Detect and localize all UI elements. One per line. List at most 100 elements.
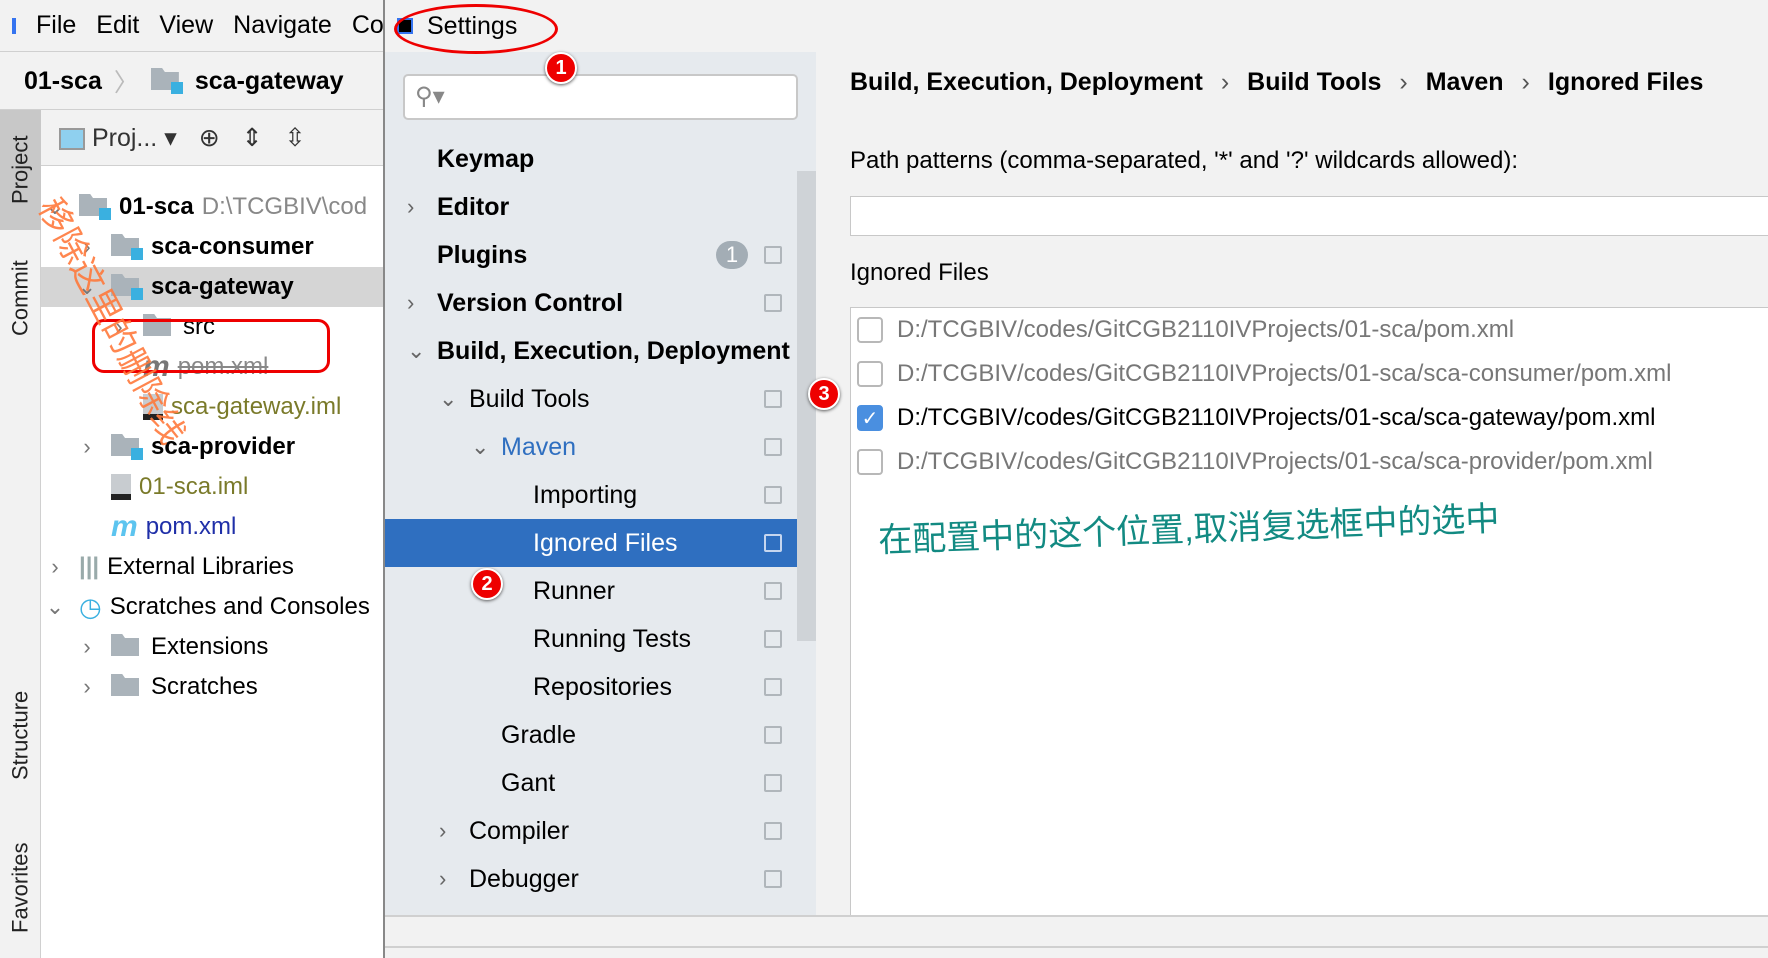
- tree-item-label: sca-gateway: [151, 273, 294, 300]
- chevron-right-icon[interactable]: ›: [45, 554, 65, 580]
- breadcrumb-item[interactable]: Build, Execution, Deployment: [850, 68, 1203, 97]
- chevron-down-icon[interactable]: ⌄: [439, 386, 457, 412]
- menu-view[interactable]: View: [159, 11, 213, 40]
- nav-item[interactable]: › Debugger: [385, 855, 816, 903]
- nav-item[interactable]: Gradle: [385, 711, 816, 759]
- tree-item-label: sca-consumer: [151, 233, 314, 260]
- nav-item[interactable]: Gant: [385, 759, 816, 807]
- nav-item-label: Repositories: [533, 672, 672, 701]
- chevron-right-icon[interactable]: ›: [77, 434, 97, 460]
- checkbox[interactable]: [857, 317, 883, 343]
- nav-item[interactable]: ⌄ Build Tools: [385, 375, 816, 423]
- checkbox[interactable]: [857, 361, 883, 387]
- ignored-file-path: D:/TCGBIV/codes/GitCGB2110IVProjects/01-…: [897, 448, 1653, 475]
- ignored-files-list: D:/TCGBIV/codes/GitCGB2110IVProjects/01-…: [850, 307, 1768, 916]
- project-level-icon: [764, 582, 782, 600]
- tree-item[interactable]: m pom.xml: [41, 507, 383, 547]
- ignored-file-path: D:/TCGBIV/codes/GitCGB2110IVProjects/01-…: [897, 316, 1515, 343]
- nav-item-label: Version Control: [437, 288, 624, 317]
- nav-item[interactable]: ⌄ Maven: [385, 423, 816, 471]
- menu-edit[interactable]: Edit: [96, 11, 139, 40]
- chevron-right-icon[interactable]: ›: [407, 194, 414, 220]
- chevron-right-icon[interactable]: ›: [77, 634, 97, 660]
- nav-item[interactable]: Importing: [385, 471, 816, 519]
- chevron-right-icon[interactable]: ›: [439, 818, 446, 844]
- stripe-tab-label: Favorites: [7, 842, 33, 933]
- nav-item[interactable]: Running Tests: [385, 615, 816, 663]
- tree-item-label: sca-gateway.iml: [171, 393, 342, 420]
- collapse-all-icon[interactable]: ⇳: [285, 123, 306, 153]
- project-level-icon: [764, 774, 782, 792]
- nav-item[interactable]: ⌄ Build, Execution, Deployment: [385, 327, 816, 375]
- nav-item-label: Build, Execution, Deployment: [437, 336, 790, 365]
- tree-item[interactable]: › ||| External Libraries: [41, 547, 383, 587]
- tree-item-label: Scratches: [151, 673, 258, 700]
- chevron-down-icon[interactable]: ⌄: [471, 434, 489, 460]
- chevron-right-icon[interactable]: ›: [439, 866, 446, 892]
- nav-item-label: Editor: [437, 192, 510, 221]
- tree-item[interactable]: › sca-provider: [41, 427, 383, 467]
- nav-item[interactable]: › Editor: [385, 183, 816, 231]
- nav-item[interactable]: Runner: [385, 567, 816, 615]
- nav-item[interactable]: Repositories: [385, 663, 816, 711]
- folder-icon: [111, 634, 143, 660]
- ignored-file-row[interactable]: D:/TCGBIV/codes/GitCGB2110IVProjects/01-…: [857, 354, 1671, 394]
- tree-item[interactable]: ⌄ ◷ Scratches and Consoles: [41, 587, 383, 627]
- breadcrumb-module[interactable]: sca-gateway: [195, 67, 344, 96]
- chevron-down-icon[interactable]: ⌄: [407, 338, 425, 364]
- nav-item[interactable]: › Version Control: [385, 279, 816, 327]
- expand-all-icon[interactable]: ⇕: [242, 123, 263, 153]
- iml-file-icon: [111, 474, 131, 500]
- project-level-icon: [764, 390, 782, 408]
- ignored-file-row[interactable]: ✓ D:/TCGBIV/codes/GitCGB2110IVProjects/01…: [857, 398, 1656, 438]
- stripe-tab-structure[interactable]: Structure: [0, 660, 41, 810]
- tree-item-label: Extensions: [151, 633, 269, 660]
- nav-item-label: Plugins: [437, 240, 528, 269]
- intellij-logo-icon: [12, 17, 16, 34]
- library-icon: |||: [79, 553, 100, 580]
- annotation-ellipse: [394, 4, 558, 54]
- chevron-down-icon[interactable]: ⌄: [45, 594, 65, 620]
- locate-icon[interactable]: ⊕: [199, 123, 220, 153]
- tool-window-stripe: Project Commit Structure Favorites: [0, 110, 41, 958]
- project-view-icon: [59, 127, 85, 150]
- update-badge: 1: [716, 241, 748, 269]
- nav-item-label: Importing: [533, 480, 638, 509]
- menu-bar: File Edit View Navigate Co: [0, 0, 383, 52]
- stripe-tab-commit[interactable]: Commit: [0, 238, 41, 358]
- ignored-file-row[interactable]: D:/TCGBIV/codes/GitCGB2110IVProjects/01-…: [857, 310, 1514, 350]
- menu-navigate[interactable]: Navigate: [233, 11, 332, 40]
- nav-item[interactable]: › Compiler: [385, 807, 816, 855]
- nav-item[interactable]: Ignored Files: [385, 519, 816, 567]
- breadcrumb-project[interactable]: 01-sca: [24, 67, 102, 96]
- breadcrumb-item[interactable]: Maven: [1426, 68, 1504, 97]
- checkbox[interactable]: [857, 449, 883, 475]
- tree-item[interactable]: › Extensions: [41, 627, 383, 667]
- project-view-dropdown[interactable]: Proj... ▾: [59, 123, 177, 153]
- step-marker-2: 2: [471, 568, 503, 600]
- settings-search-input[interactable]: ⚲▾: [403, 74, 798, 120]
- nav-item[interactable]: Plugins 1: [385, 231, 816, 279]
- path-patterns-input[interactable]: [850, 196, 1768, 236]
- checkbox[interactable]: ✓: [857, 405, 883, 431]
- tree-item[interactable]: ⌄ 01-sca D:\TCGBIV\cod: [41, 187, 383, 227]
- nav-item-label: Keymap: [437, 144, 535, 173]
- stripe-tab-favorites[interactable]: Favorites: [0, 820, 41, 955]
- menu-code[interactable]: Co: [352, 11, 383, 40]
- nav-item[interactable]: Keymap: [385, 135, 816, 183]
- tree-item[interactable]: › Scratches: [41, 667, 383, 707]
- breadcrumb-item[interactable]: Build Tools: [1247, 68, 1381, 97]
- menu-file[interactable]: File: [36, 11, 76, 40]
- tree-item[interactable]: sca-gateway.iml: [41, 387, 383, 427]
- settings-dialog: Settings ⚲▾ Keymap › Editor Plugins 1 › Versio…: [383, 0, 1768, 958]
- project-level-icon: [764, 486, 782, 504]
- project-level-icon: [764, 822, 782, 840]
- chevron-right-icon[interactable]: ›: [77, 674, 97, 700]
- project-level-icon: [764, 726, 782, 744]
- folder-icon: [111, 234, 143, 260]
- tree-item[interactable]: 01-sca.iml: [41, 467, 383, 507]
- chevron-right-icon[interactable]: ›: [407, 290, 414, 316]
- ignored-file-row[interactable]: D:/TCGBIV/codes/GitCGB2110IVProjects/01-…: [857, 442, 1653, 482]
- project-level-icon: [764, 678, 782, 696]
- breadcrumb-item: Ignored Files: [1547, 68, 1704, 96]
